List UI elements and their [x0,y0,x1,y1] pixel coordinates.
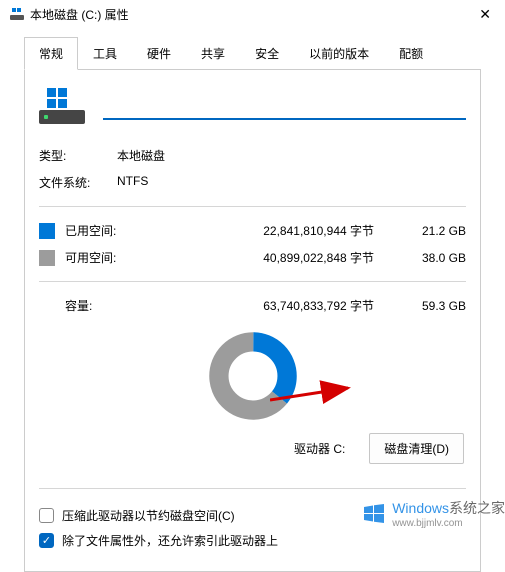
free-swatch [39,250,55,266]
disk-cleanup-button[interactable]: 磁盘清理(D) [369,433,464,464]
window-title: 本地磁盘 (C:) 属性 [30,6,475,23]
drive-label-row: 驱动器 C: 磁盘清理(D) [39,429,466,470]
tab-panel-general: 类型: 本地磁盘 文件系统: NTFS 已用空间: 22,841,810,944… [24,70,481,572]
filesystem-row: 文件系统: NTFS [39,169,466,196]
capacity-gb: 59.3 GB [396,299,466,313]
drive-name-input[interactable] [103,92,466,120]
tab-tools[interactable]: 工具 [78,37,132,70]
drive-icon [39,88,85,124]
tab-sharing[interactable]: 共享 [186,37,240,70]
used-space-row: 已用空间: 22,841,810,944 字节 21.2 GB [39,217,466,244]
used-label: 已用空间: [65,222,131,239]
tab-previous[interactable]: 以前的版本 [294,37,384,70]
used-swatch [39,223,55,239]
compress-label: 压缩此驱动器以节约磁盘空间(C) [62,507,235,524]
divider [39,488,466,489]
windows-logo-icon [362,502,386,526]
tab-strip: 常规 工具 硬件 共享 安全 以前的版本 配额 [24,36,481,70]
divider [39,206,466,207]
watermark-url: www.bjjmlv.com [392,518,505,529]
checkbox-checked-icon: ✓ [39,533,54,548]
free-label: 可用空间: [65,249,131,266]
watermark-suffix: 系统之家 [449,500,505,516]
drive-icon-small [10,7,24,21]
capacity-bytes: 63,740,833,792 字节 [131,297,396,314]
filesystem-label: 文件系统: [39,174,117,191]
type-label: 类型: [39,147,117,164]
tab-security[interactable]: 安全 [240,37,294,70]
type-row: 类型: 本地磁盘 [39,142,466,169]
usage-chart [39,319,466,429]
tab-general[interactable]: 常规 [24,37,78,70]
used-bytes: 22,841,810,944 字节 [131,222,396,239]
close-button[interactable]: ✕ [475,6,495,23]
tab-quota[interactable]: 配额 [384,37,438,70]
free-bytes: 40,899,022,848 字节 [131,249,396,266]
watermark-brand: Windows [392,500,449,516]
free-gb: 38.0 GB [396,251,466,265]
capacity-row: 容量: 63,740,833,792 字节 59.3 GB [39,292,466,319]
index-checkbox-row[interactable]: ✓ 除了文件属性外，还允许索引此驱动器上 [39,528,466,553]
content: 常规 工具 硬件 共享 安全 以前的版本 配额 类型: 本地磁盘 文件系统: N… [0,28,505,572]
type-value: 本地磁盘 [117,147,466,164]
divider [39,281,466,282]
donut-chart [208,331,298,421]
free-space-row: 可用空间: 40,899,022,848 字节 38.0 GB [39,244,466,271]
capacity-label: 容量: [39,297,131,314]
tab-hardware[interactable]: 硬件 [132,37,186,70]
drive-header [39,88,466,124]
watermark: Windows系统之家 www.bjjmlv.com [362,498,505,529]
filesystem-value: NTFS [117,174,466,191]
used-gb: 21.2 GB [396,224,466,238]
titlebar: 本地磁盘 (C:) 属性 ✕ [0,0,505,28]
drive-letter-label: 驱动器 C: [294,440,345,457]
checkbox-icon [39,508,54,523]
